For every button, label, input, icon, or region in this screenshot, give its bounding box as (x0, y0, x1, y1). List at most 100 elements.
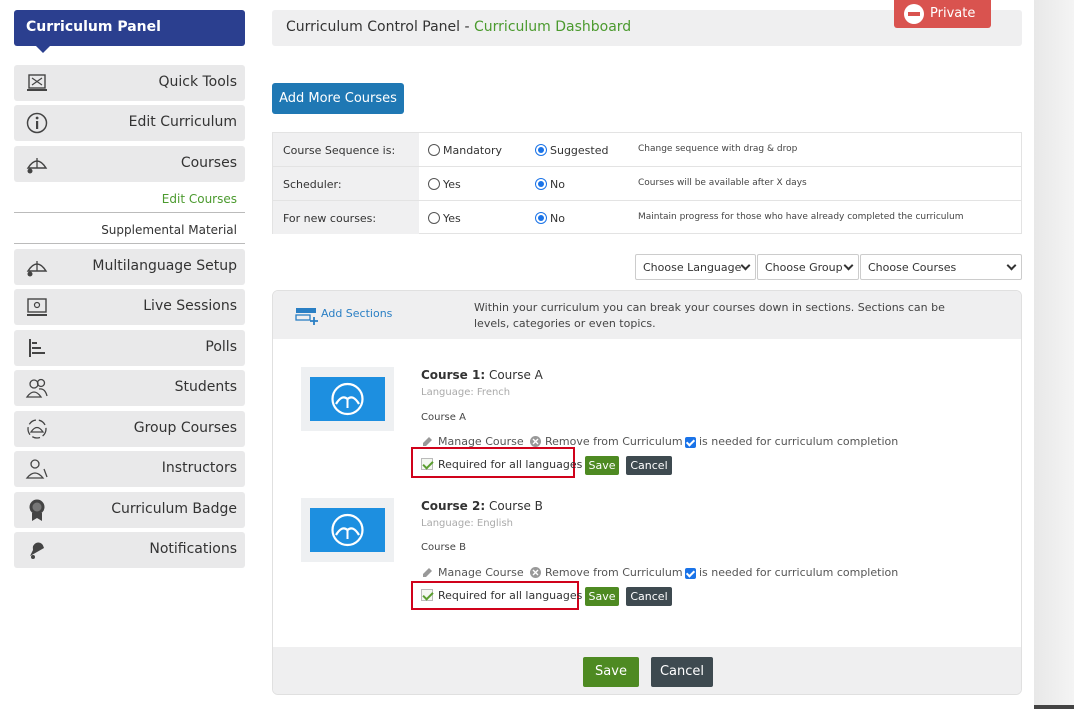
select-value: Choose Group (765, 261, 843, 274)
course-number: Course 1: (421, 368, 486, 382)
needed-checkbox[interactable] (685, 437, 696, 448)
pencil-icon (423, 437, 432, 446)
needed-checkbox[interactable] (685, 568, 696, 579)
sidebar-item-edit-curriculum[interactable]: Edit Curriculum (14, 105, 245, 141)
radio-label: Suggested (550, 144, 609, 157)
setting-row-scheduler: Scheduler: Yes No Courses will be availa… (273, 167, 1021, 201)
private-button[interactable]: Private (894, 0, 991, 28)
remove-icon (530, 567, 541, 578)
required-checkbox[interactable] (421, 589, 433, 601)
breadcrumb-prefix: Curriculum Control Panel - (286, 19, 475, 35)
sidebar-item-students[interactable]: Students (14, 370, 245, 406)
choose-group-select[interactable]: Choose Group (757, 254, 859, 280)
course-save-button[interactable]: Save (585, 587, 619, 606)
live-sessions-icon (27, 298, 47, 316)
students-icon (25, 378, 48, 398)
sidebar-item-label: Courses (180, 155, 237, 171)
chevron-down-icon (740, 260, 751, 271)
chevron-down-icon (843, 260, 854, 271)
sections-panel: Add Sections Within your curriculum you … (272, 290, 1022, 695)
select-value: Choose Language (643, 261, 742, 274)
setting-note: Courses will be available after X days (638, 178, 807, 188)
course-thumbnail[interactable] (301, 498, 394, 562)
sidebar-item-label: Live Sessions (143, 298, 237, 314)
setting-note: Change sequence with drag & drop (638, 144, 798, 154)
sidebar-item-courses[interactable]: Courses (14, 146, 245, 182)
course-title: Course 2: Course B (421, 499, 543, 513)
course-title-text: Course A (488, 368, 543, 382)
sidebar-item-label: Curriculum Badge (111, 501, 237, 517)
radio-mandatory[interactable] (428, 144, 440, 156)
bell-icon (30, 542, 44, 559)
sidebar-subitem-supplemental-material[interactable]: Supplemental Material (14, 223, 245, 237)
remove-from-curriculum-link[interactable]: Remove from Curriculum (545, 566, 683, 579)
sections-description: Within your curriculum you can break you… (474, 301, 945, 330)
course-title-text: Course B (488, 499, 543, 513)
course-cancel-button[interactable]: Cancel (626, 456, 672, 475)
course-cancel-button[interactable]: Cancel (626, 587, 672, 606)
sidebar-item-multilanguage-setup[interactable]: Multilanguage Setup (14, 249, 245, 285)
radio-yes[interactable] (428, 178, 440, 190)
needed-label: is needed for curriculum completion (699, 435, 899, 448)
radio-label: No (550, 178, 565, 191)
remove-icon (530, 436, 541, 447)
divider (14, 243, 245, 244)
course-name: Course A (421, 412, 466, 423)
sidebar-item-polls[interactable]: Polls (14, 330, 245, 366)
cancel-button[interactable]: Cancel (651, 657, 713, 687)
radio-no[interactable] (535, 178, 547, 190)
radio-no[interactable] (535, 212, 547, 224)
polls-icon (29, 339, 45, 357)
radio-label: Yes (443, 212, 461, 225)
scrollbar-stub (1034, 705, 1074, 709)
setting-label: For new courses: (273, 201, 419, 234)
breadcrumb-current[interactable]: Curriculum Dashboard (474, 19, 631, 35)
sidebar-item-group-courses[interactable]: Group Courses (14, 411, 245, 447)
sidebar-item-curriculum-badge[interactable]: Curriculum Badge (14, 492, 245, 528)
divider (14, 212, 245, 213)
course-language: Language: English (421, 518, 514, 529)
private-label: Private (930, 6, 976, 21)
pencil-icon (423, 568, 432, 577)
add-sections-link[interactable]: Add Sections (321, 307, 392, 320)
sections-footer: Save Cancel (273, 647, 1021, 694)
book-icon (331, 382, 364, 416)
course-title: Course 1: Course A (421, 368, 543, 382)
sidebar-item-quick-tools[interactable]: Quick Tools (14, 65, 245, 101)
sections-header: Add Sections Within your curriculum you … (273, 291, 1021, 339)
sidebar: Curriculum Panel Quick Tools Edit Curric… (14, 10, 245, 568)
add-section-icon[interactable] (295, 305, 319, 325)
quick-tools-icon (27, 74, 47, 91)
sidebar-item-notifications[interactable]: Notifications (14, 532, 245, 568)
sidebar-item-label: Edit Curriculum (128, 114, 237, 130)
sidebar-item-label: Group Courses (133, 420, 237, 436)
add-more-courses-button[interactable]: Add More Courses (272, 83, 404, 114)
course-save-button[interactable]: Save (585, 456, 619, 475)
manage-course-link[interactable]: Manage Course (438, 566, 524, 579)
sidebar-item-instructors[interactable]: Instructors (14, 451, 245, 487)
sidebar-item-live-sessions[interactable]: Live Sessions (14, 289, 245, 325)
radio-suggested[interactable] (535, 144, 547, 156)
setting-row-new-courses: For new courses: Yes No Maintain progres… (273, 201, 1021, 235)
sidebar-item-label: Instructors (161, 460, 237, 476)
multilanguage-icon (26, 261, 48, 277)
required-checkbox[interactable] (421, 458, 433, 470)
choose-language-select[interactable]: Choose Language (635, 254, 756, 280)
course-name: Course B (421, 542, 466, 553)
radio-label: No (550, 212, 565, 225)
courses-icon (26, 158, 48, 174)
required-label: Required for all languages (438, 589, 583, 602)
sidebar-item-label: Quick Tools (158, 74, 237, 90)
sidebar-item-label: Students (174, 379, 237, 395)
course-thumbnail[interactable] (301, 367, 394, 431)
radio-yes[interactable] (428, 212, 440, 224)
choose-courses-select[interactable]: Choose Courses (860, 254, 1022, 280)
page-gutter (1034, 0, 1074, 709)
save-button[interactable]: Save (583, 657, 639, 687)
radio-label: Mandatory (443, 144, 503, 157)
setting-label: Scheduler: (273, 167, 419, 200)
setting-label: Course Sequence is: (273, 133, 419, 166)
setting-note: Maintain progress for those who have alr… (638, 212, 964, 222)
info-icon (26, 112, 48, 134)
sidebar-subitem-edit-courses[interactable]: Edit Courses (14, 192, 245, 206)
